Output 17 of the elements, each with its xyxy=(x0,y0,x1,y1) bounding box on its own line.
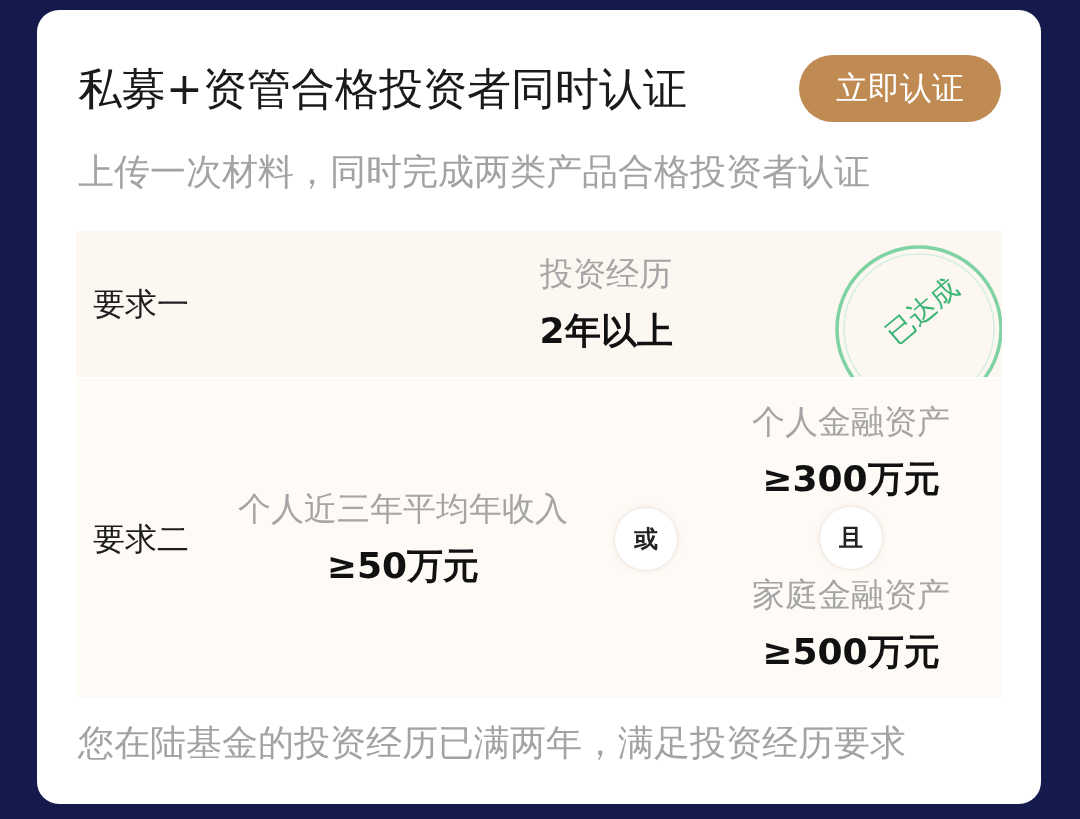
condition-value: ≥500万元 xyxy=(762,630,940,674)
logic-connector: 且 xyxy=(819,506,883,570)
card-subtitle: 上传一次材料，同时完成两类产品合格投资者认证 xyxy=(78,150,871,194)
certify-button[interactable]: 立即认证 xyxy=(799,55,1001,122)
status-note: 您在陆基金的投资经历已满两年，满足投资经历要求 xyxy=(78,721,907,765)
condition-name: 投资经历 xyxy=(540,253,672,295)
condition-value: ≥300万元 xyxy=(762,457,940,501)
requirement-label: 要求一 xyxy=(93,284,190,325)
condition-value: 2年以上 xyxy=(539,309,673,353)
condition-value: ≥50万元 xyxy=(326,543,480,588)
logic-connector: 或 xyxy=(614,506,678,571)
stamp-label: 已达成 xyxy=(877,270,966,353)
condition-name: 个人近三年平均年收入 xyxy=(238,487,568,530)
card-title: 私募+资管合格投资者同时认证 xyxy=(78,61,687,116)
condition-name: 家庭金融资产 xyxy=(752,574,950,616)
requirement-label: 要求二 xyxy=(93,518,190,560)
condition-name: 个人金融资产 xyxy=(752,401,950,443)
